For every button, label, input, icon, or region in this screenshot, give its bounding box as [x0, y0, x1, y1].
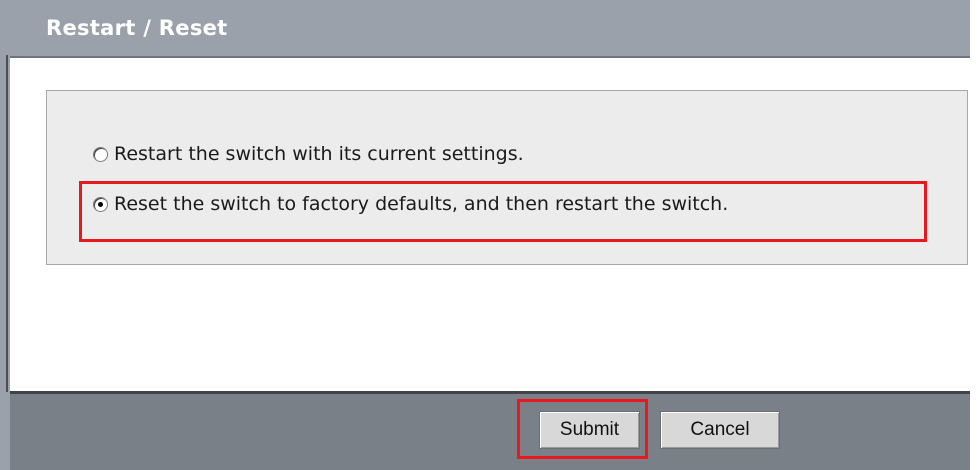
cancel-button[interactable]: Cancel: [660, 411, 780, 449]
options-panel: Restart the switch with its current sett…: [46, 90, 968, 265]
option-restart[interactable]: Restart the switch with its current sett…: [93, 143, 524, 165]
submit-button[interactable]: Submit: [539, 411, 640, 449]
reset-factory-radio[interactable]: [93, 196, 108, 212]
restart-radio[interactable]: [93, 146, 108, 162]
page-title: Restart / Reset: [46, 16, 228, 40]
radio-selected-dot: [98, 201, 103, 207]
button-bar: Submit Cancel: [10, 391, 970, 470]
option-reset-factory-label: Reset the switch to factory defaults, an…: [114, 193, 729, 215]
page-header: Restart / Reset: [10, 0, 970, 58]
left-edge: [0, 0, 10, 470]
option-restart-label: Restart the switch with its current sett…: [114, 143, 524, 165]
left-divider: [6, 55, 8, 392]
option-reset-factory[interactable]: Reset the switch to factory defaults, an…: [93, 193, 728, 215]
restart-reset-page: Restart / Reset Restart the switch with …: [0, 0, 970, 470]
